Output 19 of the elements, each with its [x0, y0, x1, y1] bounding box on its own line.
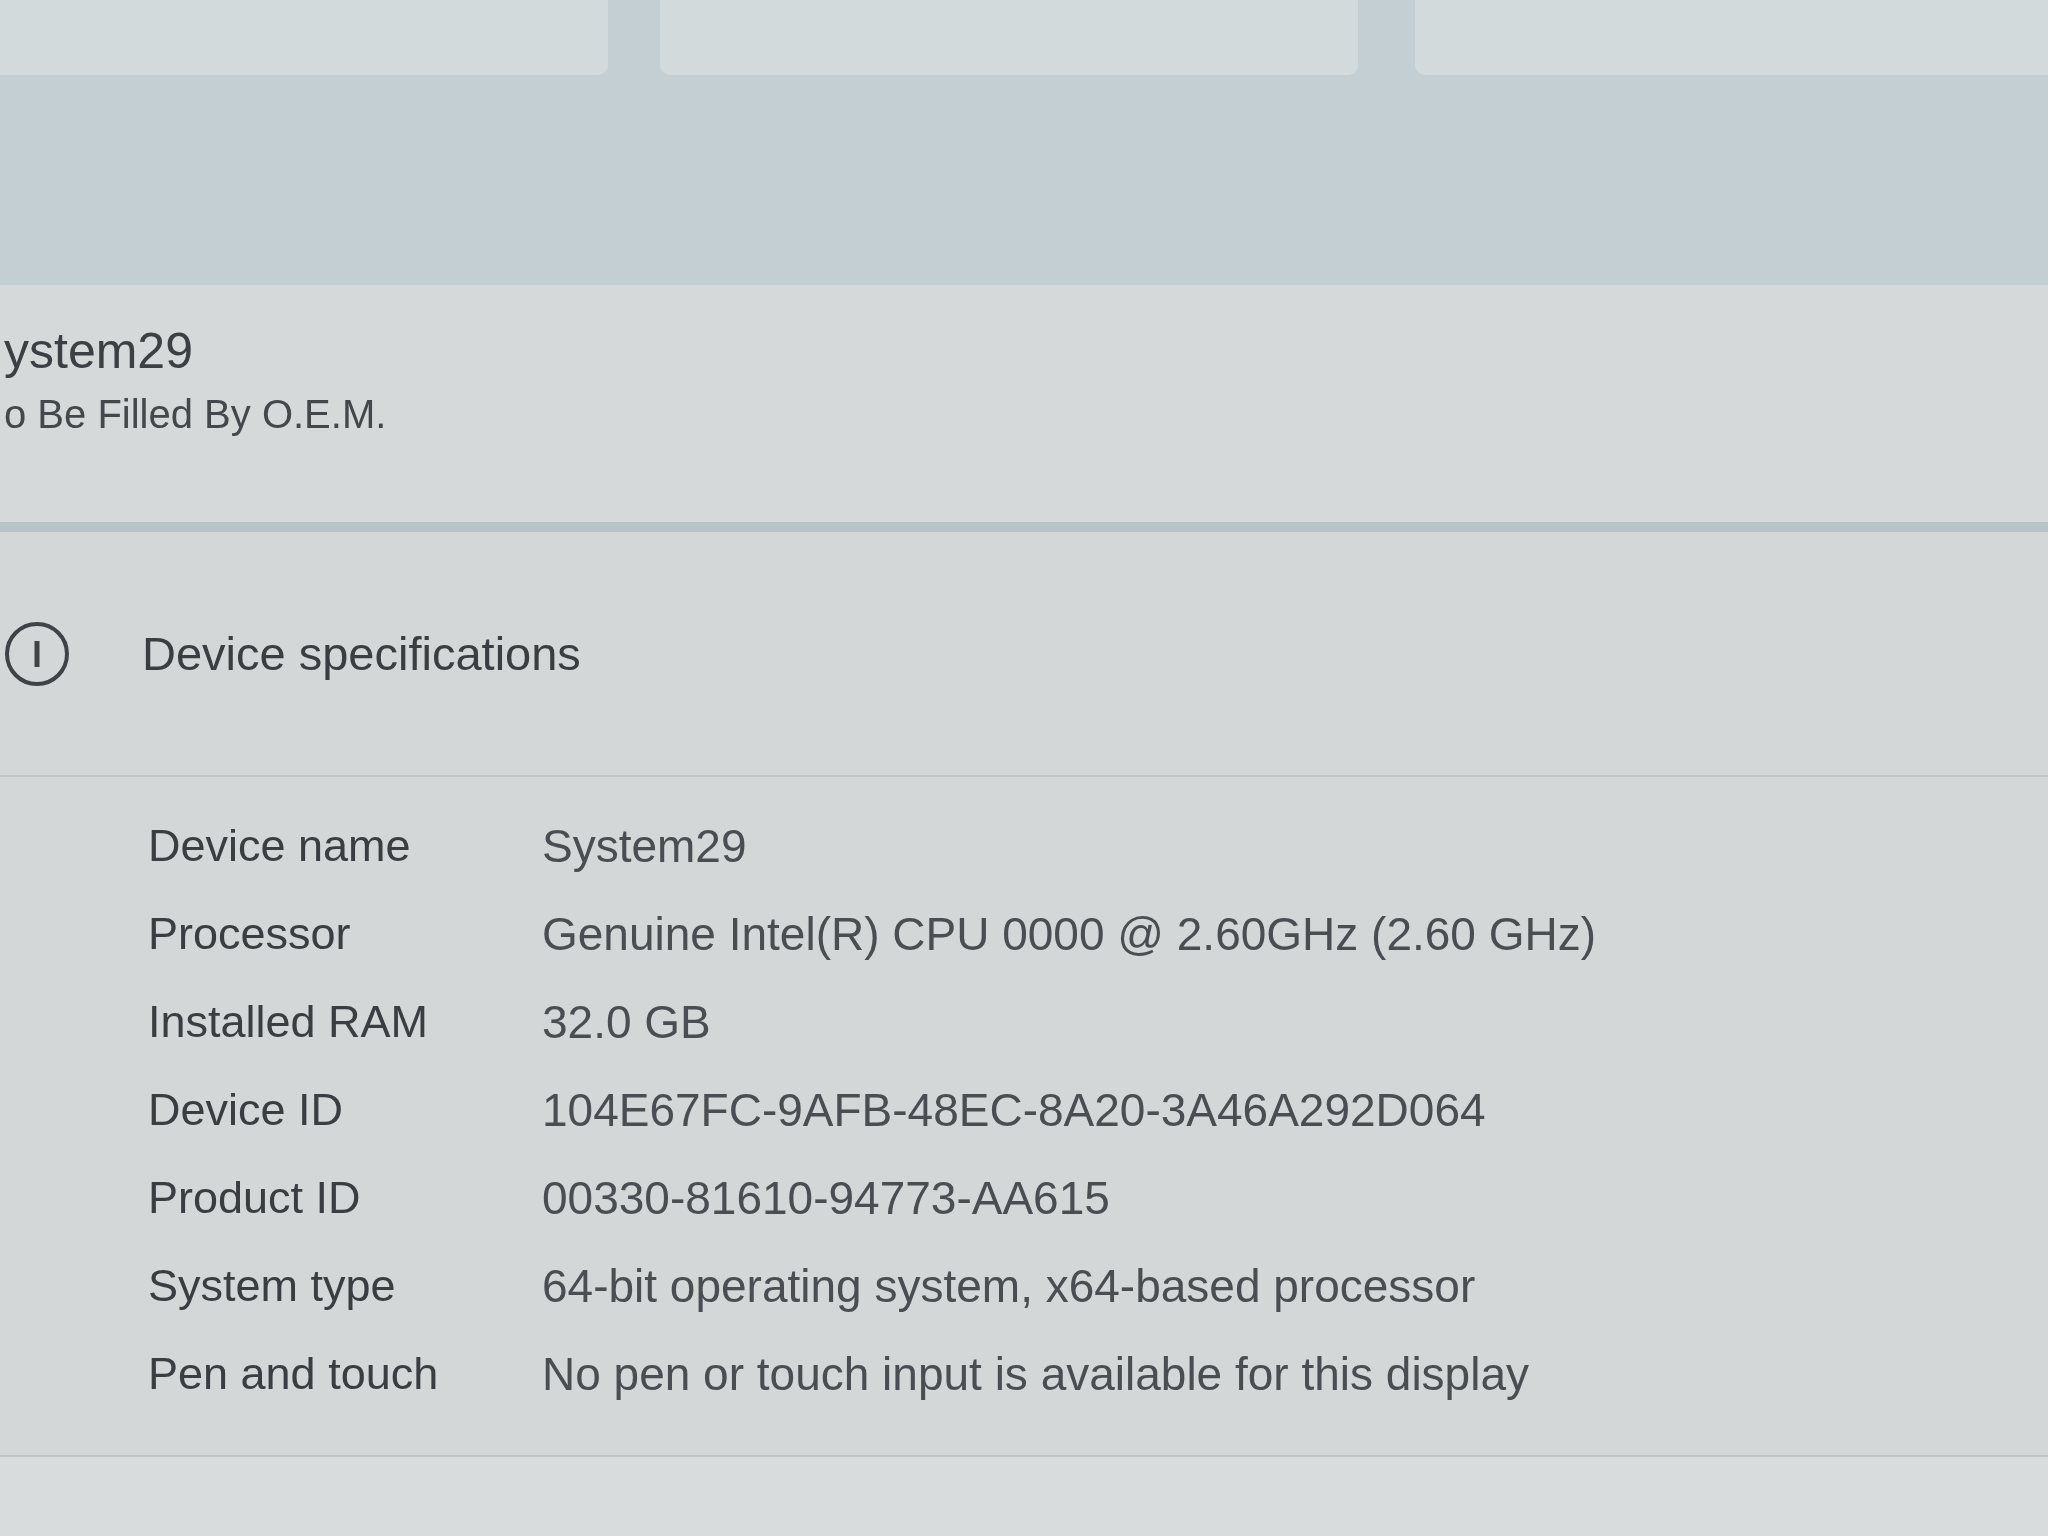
spec-label: Device ID: [148, 1084, 345, 1136]
spec-label: Installed RAM: [148, 996, 430, 1048]
spec-value: 104E67FC-9AFB-48EC-8A20-3A46A292D064: [542, 1084, 1486, 1136]
device-name: ystem29: [4, 323, 193, 379]
device-specifications-header[interactable]: Device specifications: [0, 532, 2048, 777]
spec-value: Genuine Intel(R) CPU 0000 @ 2.60GHz (2.60 GHz): [542, 908, 1597, 960]
spec-value: 00330-81610-94773-AA615: [542, 1172, 1110, 1224]
info-icon: [4, 620, 70, 687]
spec-label: Product ID: [148, 1172, 362, 1224]
spec-label: Processor: [148, 908, 352, 960]
section-title: Device specifications: [142, 626, 581, 681]
device-model: o Be Filled By O.E.M.: [4, 391, 387, 437]
spec-value: 64-bit operating system, x64-based processor: [542, 1260, 1476, 1312]
spec-label: System type: [148, 1260, 397, 1312]
spec-label: Pen and touch: [148, 1348, 440, 1400]
spec-value: 32.0 GB: [542, 996, 711, 1048]
spec-value: No pen or touch input is available for this display: [542, 1348, 1529, 1400]
spec-value: System29: [542, 820, 747, 872]
spec-label: Device name: [148, 820, 412, 872]
